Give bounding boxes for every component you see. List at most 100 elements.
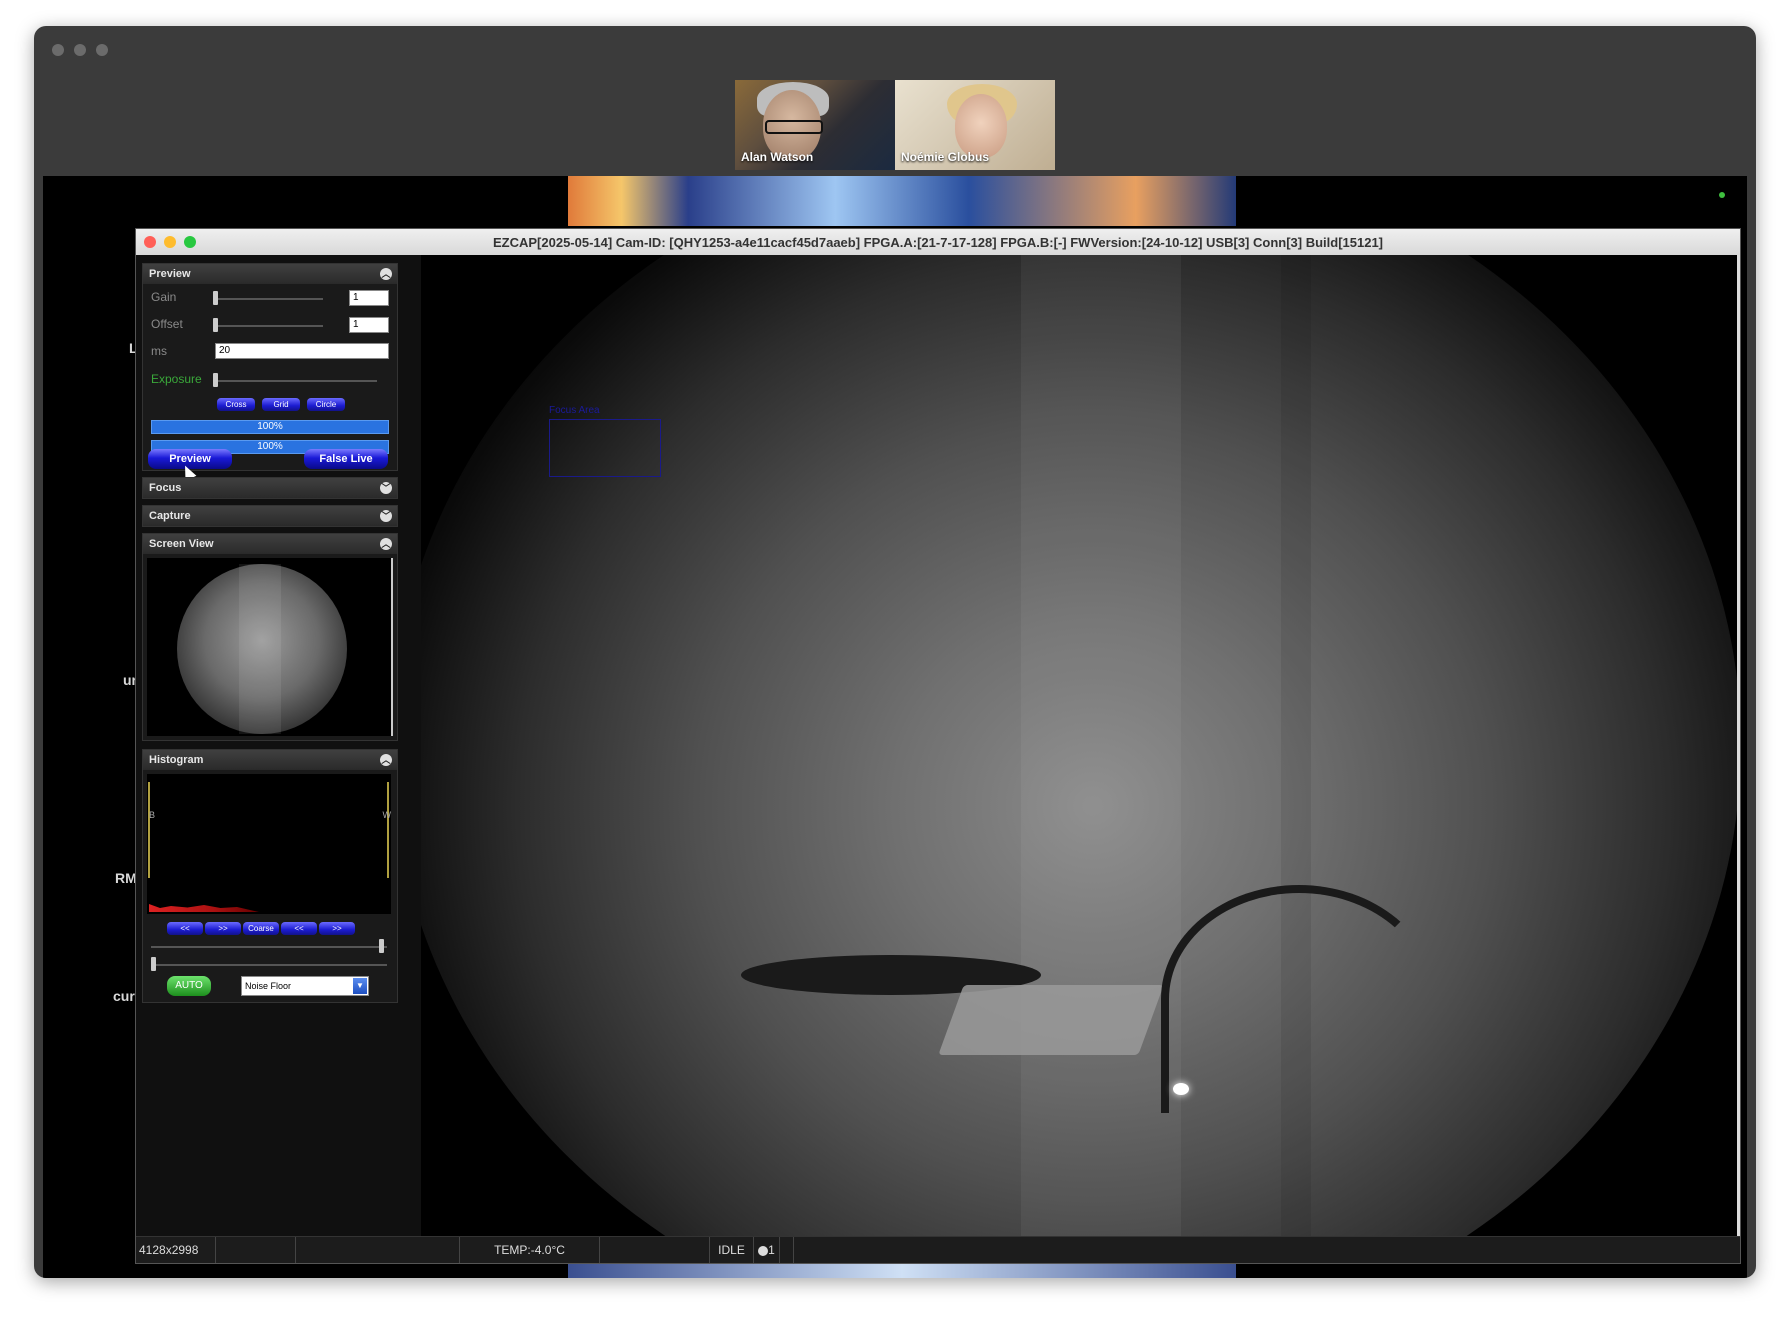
background-text: RM bbox=[115, 870, 137, 886]
coarse-button[interactable]: Coarse bbox=[243, 922, 279, 935]
chevron-up-icon[interactable]: ︿ bbox=[380, 754, 392, 766]
status-cell bbox=[216, 1237, 296, 1263]
focus-section: Focus ﹀ bbox=[142, 477, 398, 499]
progress-bar-1: 100% bbox=[151, 420, 389, 434]
black-right-button[interactable]: >> bbox=[205, 922, 241, 935]
close-dot[interactable] bbox=[52, 44, 64, 56]
info-icon bbox=[758, 1245, 769, 1256]
state-text: IDLE bbox=[710, 1237, 754, 1263]
preview-section: Preview ︿ Gain 1 Offset 1 ms 20 Exposure… bbox=[142, 263, 398, 471]
cross-button[interactable]: Cross bbox=[217, 398, 255, 411]
image-light bbox=[1173, 1083, 1189, 1095]
offset-label: Offset bbox=[151, 317, 183, 331]
participant-tile[interactable]: Alan Watson bbox=[735, 80, 895, 170]
exposure-label: Exposure bbox=[151, 372, 202, 386]
mode-select[interactable]: Noise Floor ▼ bbox=[241, 976, 369, 996]
chevron-down-icon[interactable]: ﹀ bbox=[380, 482, 392, 494]
screen-view-section: Screen View ︿ bbox=[142, 533, 398, 741]
black-point-thumb[interactable] bbox=[151, 957, 156, 971]
gain-label: Gain bbox=[151, 290, 177, 304]
counter-value: 1 bbox=[768, 1243, 775, 1257]
histogram-section: Histogram ︿ B W << >> Coarse << >> AUTO … bbox=[142, 749, 398, 1003]
chevron-up-icon[interactable]: ︿ bbox=[380, 538, 392, 550]
image-wall-stripe bbox=[1021, 255, 1181, 1237]
maximize-dot[interactable] bbox=[96, 44, 108, 56]
participant-tile[interactable]: Noémie Globus bbox=[895, 80, 1055, 170]
app-titlebar[interactable]: EZCAP[2025-05-14] Cam-ID: [QHY1253-a4e11… bbox=[136, 229, 1740, 255]
glasses-shape bbox=[765, 120, 823, 134]
mode-select-value: Noise Floor bbox=[245, 981, 292, 991]
counter-badge: 1 bbox=[754, 1237, 780, 1263]
ms-label: ms bbox=[151, 344, 167, 358]
maximize-button[interactable] bbox=[184, 236, 196, 248]
control-panel: Preview ︿ Gain 1 Offset 1 ms 20 Exposure… bbox=[136, 255, 421, 1237]
b-label: B bbox=[149, 810, 156, 820]
participant-strip: Alan Watson Noémie Globus bbox=[735, 80, 1055, 170]
app-body: Preview ︿ Gain 1 Offset 1 ms 20 Exposure… bbox=[136, 255, 1740, 1237]
section-title: Histogram bbox=[149, 754, 204, 766]
image-cable bbox=[1161, 885, 1437, 1113]
close-button[interactable] bbox=[144, 236, 156, 248]
gain-slider-track[interactable] bbox=[213, 298, 323, 300]
false-live-button[interactable]: False Live bbox=[304, 449, 388, 469]
black-left-button[interactable]: << bbox=[167, 922, 203, 935]
minimize-button[interactable] bbox=[164, 236, 176, 248]
offset-slider-track[interactable] bbox=[213, 325, 323, 327]
image-object bbox=[938, 985, 1164, 1055]
background-image-bottom bbox=[568, 1264, 1236, 1278]
resolution-text: 4128x2998 bbox=[136, 1237, 216, 1263]
histogram-data bbox=[149, 904, 259, 912]
window-controls bbox=[52, 44, 108, 56]
status-dot bbox=[1719, 192, 1725, 198]
chevron-down-icon[interactable]: ﹀ bbox=[380, 510, 392, 522]
capture-header[interactable]: Capture ﹀ bbox=[143, 506, 397, 526]
preview-header[interactable]: Preview ︿ bbox=[143, 264, 397, 284]
app-title: EZCAP[2025-05-14] Cam-ID: [QHY1253-a4e11… bbox=[492, 234, 1384, 250]
w-label: W bbox=[382, 810, 392, 820]
offset-field[interactable]: 1 bbox=[349, 317, 389, 333]
thumbnail-stripe bbox=[239, 564, 281, 734]
background-image-top bbox=[568, 176, 1236, 226]
exposure-slider-track[interactable] bbox=[213, 380, 377, 382]
camera-viewer[interactable]: Focus Area bbox=[421, 255, 1740, 1237]
section-title: Screen View bbox=[149, 538, 214, 550]
histogram-header[interactable]: Histogram ︿ bbox=[143, 750, 397, 770]
participant-name: Alan Watson bbox=[741, 150, 814, 164]
white-point-slider[interactable] bbox=[151, 946, 387, 948]
white-left-button[interactable]: << bbox=[281, 922, 317, 935]
exposure-slider-thumb[interactable] bbox=[213, 373, 218, 387]
offset-slider-thumb[interactable] bbox=[213, 318, 218, 332]
gain-slider-thumb[interactable] bbox=[213, 291, 218, 305]
focus-header[interactable]: Focus ﹀ bbox=[143, 478, 397, 498]
temperature-text: TEMP:-4.0°C bbox=[460, 1237, 600, 1263]
minimize-dot[interactable] bbox=[74, 44, 86, 56]
scrollbar[interactable] bbox=[1737, 255, 1740, 1237]
focus-area-box[interactable] bbox=[549, 419, 661, 477]
screen-view-header[interactable]: Screen View ︿ bbox=[143, 534, 397, 554]
focus-area-label: Focus Area bbox=[549, 405, 600, 416]
ms-field[interactable]: 20 bbox=[215, 343, 389, 359]
section-title: Capture bbox=[149, 510, 191, 522]
grid-button[interactable]: Grid bbox=[262, 398, 300, 411]
section-title: Focus bbox=[149, 482, 182, 494]
ezcap-window: EZCAP[2025-05-14] Cam-ID: [QHY1253-a4e11… bbox=[135, 228, 1741, 1264]
status-cell bbox=[296, 1237, 460, 1263]
capture-section: Capture ﹀ bbox=[142, 505, 398, 527]
app-window-controls bbox=[144, 236, 196, 248]
auto-button[interactable]: AUTO bbox=[167, 976, 211, 996]
black-point-slider[interactable] bbox=[151, 964, 387, 966]
section-title: Preview bbox=[149, 268, 191, 280]
status-cell bbox=[780, 1237, 794, 1263]
chevron-up-icon[interactable]: ︿ bbox=[380, 268, 392, 280]
participant-name: Noémie Globus bbox=[901, 150, 990, 164]
black-point-line[interactable] bbox=[148, 782, 150, 878]
histogram-plot: B W bbox=[147, 774, 391, 914]
screen-view-thumbnail[interactable] bbox=[147, 558, 393, 736]
white-right-button[interactable]: >> bbox=[319, 922, 355, 935]
white-point-line[interactable] bbox=[387, 782, 389, 878]
participant-face bbox=[955, 94, 1007, 158]
circle-button[interactable]: Circle bbox=[307, 398, 345, 411]
dropdown-arrow-icon[interactable]: ▼ bbox=[353, 978, 367, 994]
gain-field[interactable]: 1 bbox=[349, 290, 389, 306]
white-point-thumb[interactable] bbox=[379, 939, 384, 953]
